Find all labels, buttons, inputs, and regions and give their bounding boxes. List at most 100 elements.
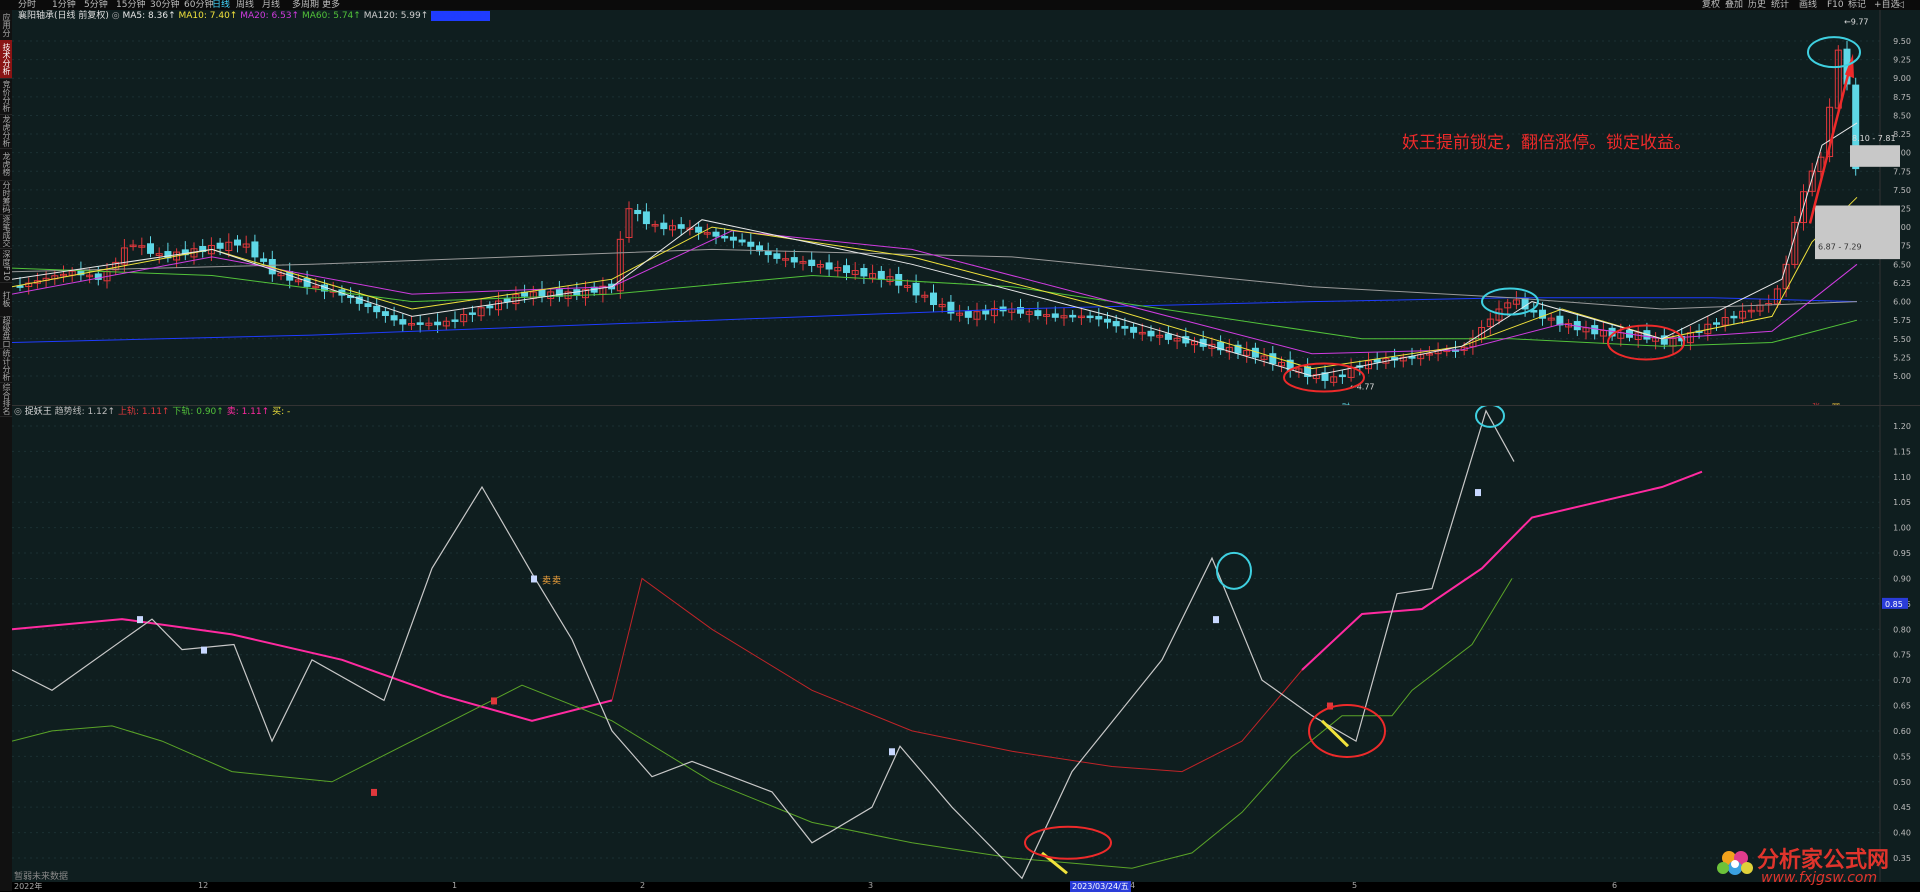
watermark-url: www.fxjgsw.com — [1761, 870, 1878, 886]
candle-body — [860, 268, 868, 277]
y-tick-label: 0.60 — [1893, 727, 1911, 736]
candle-body — [1121, 325, 1129, 329]
range-label-lower: 6.87 - 7.29 — [1818, 242, 1862, 251]
candle-body — [503, 298, 511, 303]
toolbar-right-2[interactable]: 历史 — [1748, 0, 1766, 10]
y-tick-label: 0.45 — [1893, 803, 1911, 812]
ma5-line — [11, 122, 1858, 377]
indicator-chart[interactable]: 1.20 1.15 1.10 1.05 1.00 0.95 0.90 0.85 0.80 0.75… — [11, 403, 1920, 882]
period-tab-4[interactable]: 30分钟 — [150, 0, 179, 10]
sell-label: 卖: 1.11↑ — [226, 407, 270, 417]
tag-yuan: 圆 — [1832, 403, 1840, 406]
y-tick-label: 9.00 — [1893, 74, 1911, 83]
y-tick-label: 1.05 — [1893, 498, 1911, 507]
candle-body — [364, 303, 372, 308]
candle-body — [712, 231, 720, 237]
candle-body — [964, 310, 972, 318]
sidebar-item-4[interactable]: 龙虎榜 — [0, 148, 12, 181]
toolbar-right-0[interactable]: 复权 — [1702, 0, 1720, 10]
sidebar-item-6[interactable]: 逐笔成交 — [0, 214, 12, 249]
x-tick-1: 12 — [198, 881, 209, 890]
kline-panel: 襄阳轴承(日线 前复权) ◎ MA5: 8.36↑ MA10: 7.40↑ MA… — [11, 10, 1920, 412]
signal-marker — [371, 788, 377, 796]
upper-band-label: 上轨: 1.11↑ — [117, 407, 170, 417]
kline-chart[interactable]: 9.509.259.008.758.508.258.007.757.507.25… — [11, 10, 1920, 412]
candle-body — [1147, 330, 1155, 337]
indicator-icon[interactable]: ◎ — [14, 407, 22, 417]
settings-icon[interactable]: ◎ — [112, 11, 120, 21]
period-tab-8[interactable]: 月线 — [262, 0, 280, 10]
circle-mid — [1216, 551, 1252, 590]
toolbar-right-7[interactable]: +自选 — [1874, 0, 1900, 10]
signal-marker — [491, 697, 497, 705]
candle-body — [773, 253, 781, 259]
period-tab-2[interactable]: 5分钟 — [84, 0, 108, 10]
sidebar-item-2[interactable]: 竞价分析 — [0, 78, 12, 115]
signal-marker — [1213, 616, 1219, 624]
period-tab-1[interactable]: 1分钟 — [52, 0, 76, 10]
cai-label: 财 — [1342, 402, 1350, 406]
sidebar-item-8[interactable]: 打板 — [0, 282, 12, 317]
candle-body — [738, 239, 746, 243]
y-tick-label: 7.75 — [1893, 167, 1911, 176]
x-tick-6: 4 — [1130, 881, 1136, 890]
sidebar-item-11[interactable]: 综合排名 — [0, 382, 12, 417]
period-tab-10[interactable]: 更多 — [322, 0, 340, 10]
y-tick-label: 6.50 — [1893, 260, 1911, 269]
signal-marker — [1475, 489, 1481, 497]
candle-body — [1713, 322, 1720, 325]
sidebar-item-7[interactable]: 深度F10 — [0, 248, 12, 283]
candle-body — [677, 224, 685, 229]
candle-body — [1269, 353, 1277, 365]
candle-body — [1051, 313, 1059, 318]
period-tab-3[interactable]: 15分钟 — [116, 0, 145, 10]
candle-body — [1373, 359, 1381, 363]
candle-body — [1086, 315, 1094, 319]
candle-body — [381, 311, 389, 316]
flower-icon — [1717, 851, 1753, 875]
sidebar-item-5[interactable]: 分时筹码 — [0, 180, 12, 215]
candle-body — [747, 241, 755, 247]
y-tick-label: 8.25 — [1893, 130, 1911, 139]
toolbar-right-4[interactable]: 画线 — [1799, 0, 1817, 10]
ma60-label: MA60: 5.74↑ — [301, 11, 361, 21]
upper-band-mid — [611, 577, 1303, 773]
period-tab-7[interactable]: 周线 — [236, 0, 254, 10]
candle-body — [486, 305, 494, 309]
circle-peak — [1807, 36, 1861, 69]
period-tab-9[interactable]: 多周期 — [292, 0, 319, 10]
ma5-label: MA5: 8.36↑ — [122, 11, 176, 21]
circle-mid — [1481, 287, 1539, 316]
candle-body — [373, 305, 381, 313]
period-tab-6[interactable]: 日线 — [212, 0, 230, 10]
candle-body — [147, 243, 154, 254]
sidebar-item-0[interactable]: 应用分时 — [0, 10, 12, 41]
toolbar-right-1[interactable]: 叠加 — [1725, 0, 1743, 10]
candle-body — [434, 321, 442, 326]
ma120-label: MA120: 5.99↑ — [363, 11, 429, 21]
signal-marker — [201, 646, 207, 654]
sidebar-item-10[interactable]: 统计分析 — [0, 348, 12, 383]
y-tick-label: 6.00 — [1893, 298, 1911, 307]
candle-body — [1591, 325, 1599, 335]
toolbar-right-3[interactable]: 统计 — [1771, 0, 1789, 10]
candle-body — [764, 251, 772, 256]
toolbar-right-8[interactable]: ◁ — [1897, 0, 1904, 10]
period-tab-5[interactable]: 60分钟 — [184, 0, 213, 10]
y-tick-label: 5.75 — [1893, 316, 1911, 325]
toolbar-right-6[interactable]: 标记 — [1848, 0, 1866, 10]
sidebar-item-3[interactable]: 龙虎分析 — [0, 114, 12, 149]
sidebar-item-1[interactable]: 技术分析 — [0, 40, 12, 79]
y-tick-label: 0.50 — [1893, 778, 1911, 787]
y-tick-label: 5.25 — [1893, 353, 1911, 362]
trend-label: 趋势线: 1.12↑ — [54, 407, 116, 417]
sidebar-item-9[interactable]: 超级盘口 — [0, 316, 12, 349]
candle-body — [216, 242, 224, 249]
toolbar-right-5[interactable]: F10 — [1827, 0, 1844, 10]
candle-body — [634, 209, 642, 215]
period-tab-0[interactable]: 分时 — [18, 0, 36, 10]
upper-band-right — [1301, 470, 1703, 671]
y-tick-label: 5.50 — [1893, 335, 1911, 344]
candle-body — [1112, 321, 1120, 327]
indicator-legend: ◎ 捉妖王 趋势线: 1.12↑ 上轨: 1.11↑ 下轨: 0.90↑ 卖: … — [14, 407, 290, 418]
